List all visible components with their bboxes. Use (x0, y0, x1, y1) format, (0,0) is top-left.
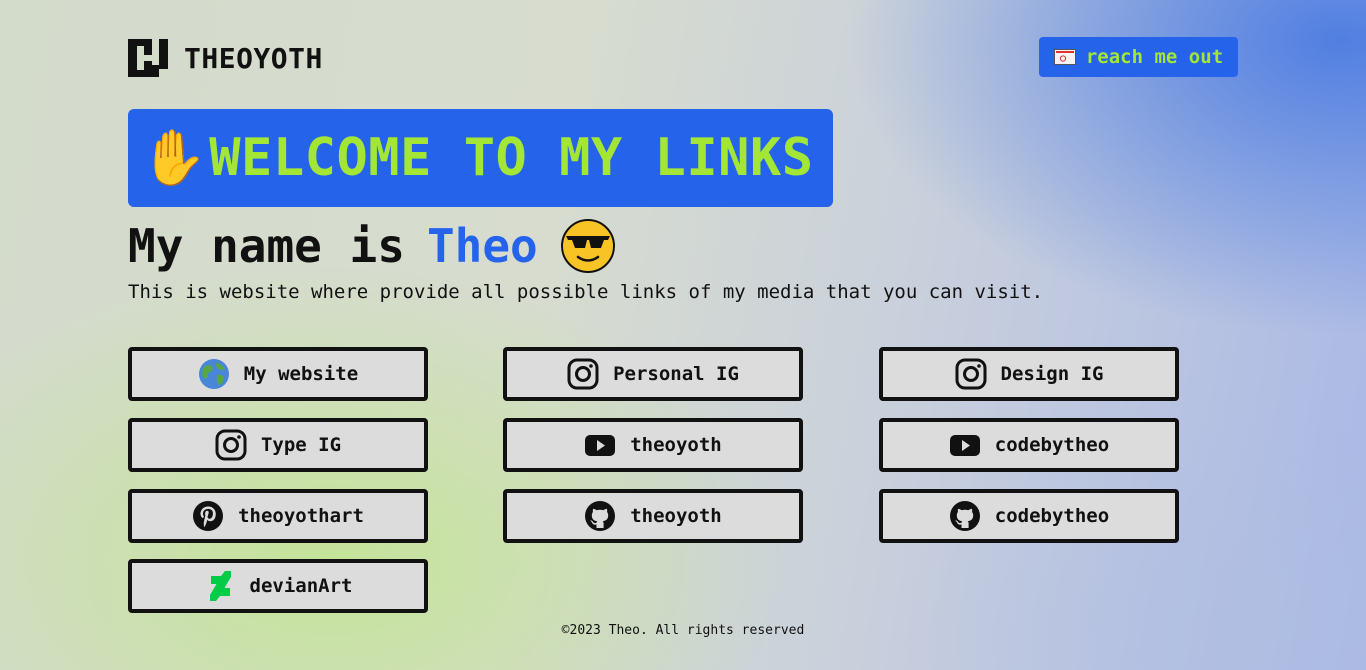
youtube-icon (949, 435, 980, 456)
link-deviantart[interactable]: devianArt (128, 559, 428, 613)
github-icon (585, 501, 616, 531)
link-type-ig[interactable]: Type IG (128, 418, 428, 472)
intro-heading: My name is Theo (128, 218, 616, 274)
theoyoth-logo-icon[interactable] (128, 39, 168, 77)
footer-copyright: ©2023 Theo. All rights reserved (561, 623, 805, 638)
welcome-banner: ✋ WELCOME TO MY LINKS (128, 109, 833, 207)
sunglasses-face-icon (560, 219, 615, 273)
instagram-icon (567, 358, 599, 390)
waving-hand-icon: ✋ (140, 126, 208, 189)
intro-prefix: My name is (128, 219, 405, 273)
link-label: My website (243, 363, 359, 385)
link-label: Personal IG (613, 363, 739, 385)
pinterest-icon (193, 501, 224, 531)
globe-icon (198, 359, 229, 389)
link-label: Design IG (1000, 363, 1104, 385)
reach-me-out-label: reach me out (1085, 46, 1224, 68)
link-label: theoyoth (630, 434, 722, 456)
intro-subtitle: This is website where provide all possib… (128, 281, 1044, 303)
link-pinterest[interactable]: theoyothart (128, 489, 428, 543)
link-github-theoyoth[interactable]: theoyoth (503, 489, 803, 543)
link-label: theoyothart (238, 505, 364, 527)
link-github-codebytheo[interactable]: codebytheo (879, 489, 1179, 543)
link-design-ig[interactable]: Design IG (879, 347, 1179, 401)
github-icon (949, 501, 980, 531)
link-youtube-theoyoth[interactable]: theoyoth (503, 418, 803, 472)
link-personal-ig[interactable]: Personal IG (503, 347, 803, 401)
brand-name[interactable]: THEOYOTH (184, 42, 323, 75)
link-my-website[interactable]: My website (128, 347, 428, 401)
youtube-icon (585, 435, 616, 456)
intro-name: Theo (426, 219, 538, 273)
link-label: Type IG (260, 434, 342, 456)
link-label: codebytheo (994, 505, 1110, 527)
link-label: codebytheo (994, 434, 1110, 456)
envelope-icon (1053, 49, 1076, 65)
instagram-icon (215, 429, 247, 461)
banner-title: WELCOME TO MY LINKS (209, 128, 814, 188)
header: THEOYOTH reach me out (128, 37, 1238, 78)
link-youtube-codebytheo[interactable]: codebytheo (879, 418, 1179, 472)
link-label: theoyoth (630, 505, 722, 527)
link-label: devianArt (249, 575, 353, 597)
links-grid: My website Personal IG Design IG Type IG… (128, 347, 1180, 617)
instagram-icon (955, 358, 987, 390)
reach-me-out-button[interactable]: reach me out (1039, 37, 1238, 77)
deviantart-icon (209, 571, 231, 601)
